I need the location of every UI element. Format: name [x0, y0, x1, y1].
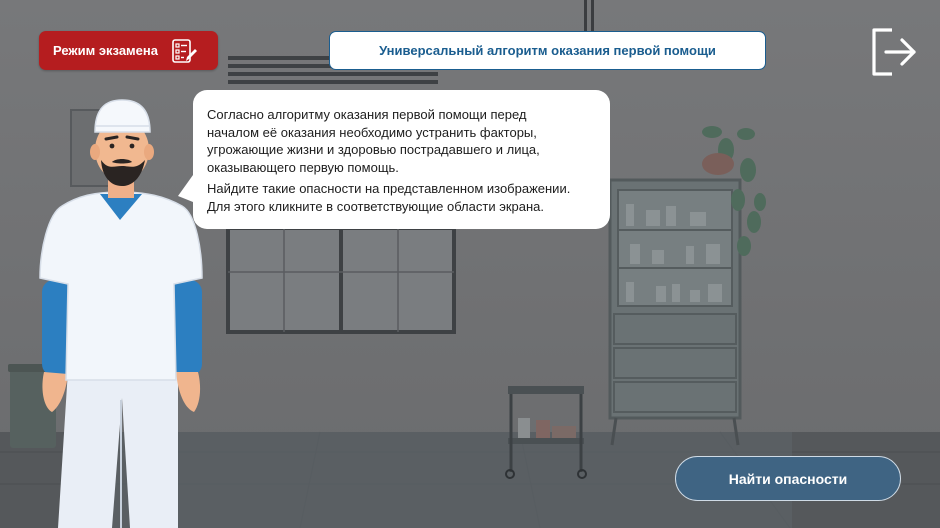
exam-mode-badge: Режим экзамена	[39, 31, 218, 70]
room-scene[interactable]	[0, 0, 940, 528]
exit-icon[interactable]	[868, 26, 920, 78]
instruction-paragraph-2: Найдите такие опасности на представленно…	[207, 180, 596, 215]
find-hazards-label: Найти опасности	[728, 470, 848, 487]
instruction-line: оказывающего первую помощь.	[207, 159, 399, 175]
instruction-line: Найдите такие опасности на представленно…	[207, 181, 571, 196]
find-hazards-button[interactable]: Найти опасности	[675, 456, 901, 501]
module-title: Универсальный алгоритм оказания первой п…	[379, 43, 716, 58]
instruction-line: угрожающие жизни и здоровью пострадавшег…	[207, 142, 540, 157]
instruction-bubble: Согласно алгоритму оказания первой помощ…	[193, 90, 610, 229]
instruction-line: Для этого кликните в соответствующие обл…	[207, 198, 545, 214]
instruction-line: Согласно алгоритму оказания первой помощ…	[207, 107, 527, 122]
exam-checklist-icon	[170, 37, 198, 65]
exit-button[interactable]	[868, 26, 920, 78]
instruction-paragraph-1: Согласно алгоритму оказания первой помощ…	[207, 106, 596, 176]
module-title-box: Универсальный алгоритм оказания первой п…	[329, 31, 766, 70]
instruction-line: началом её оказания необходимо устранить…	[207, 124, 537, 140]
exam-mode-label: Режим экзамена	[53, 43, 158, 58]
